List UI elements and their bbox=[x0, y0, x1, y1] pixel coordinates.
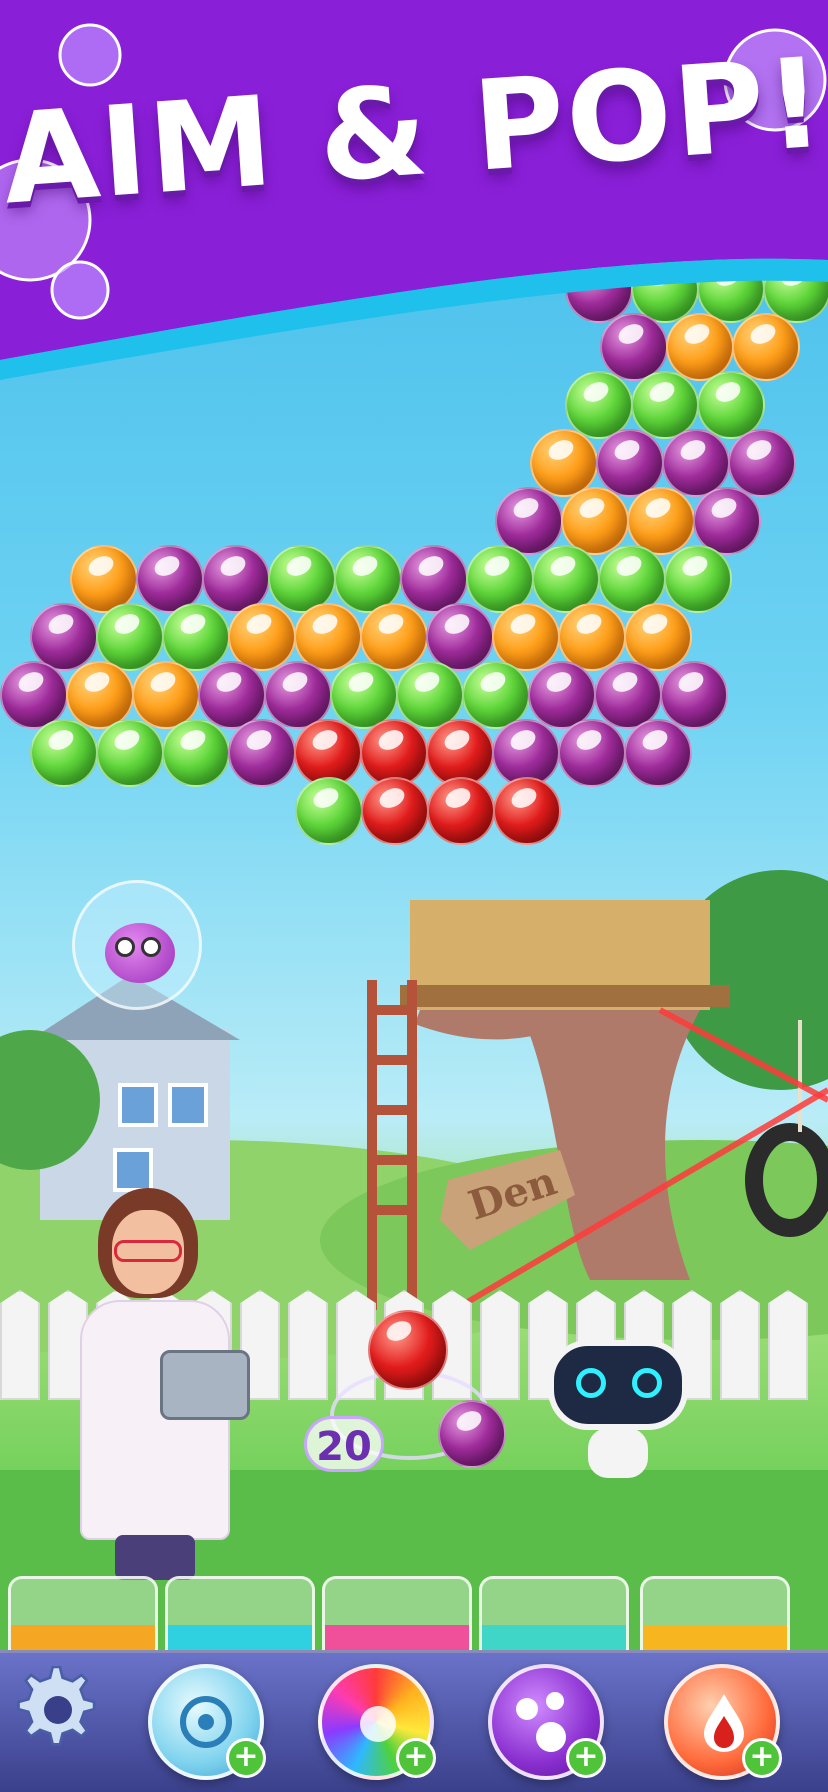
rainbow-swirl-icon bbox=[360, 1706, 396, 1742]
multi-bubble-booster[interactable]: + bbox=[488, 1664, 606, 1780]
rainbow-booster[interactable]: + bbox=[318, 1664, 436, 1780]
target-bubble-icon bbox=[180, 1696, 232, 1748]
gear-icon[interactable] bbox=[14, 1665, 102, 1754]
promo-banner: AIM & POP! bbox=[0, 0, 828, 380]
add-target-booster-button[interactable]: + bbox=[226, 1738, 266, 1778]
fire-drop-icon bbox=[704, 1694, 744, 1752]
add-multi-bubble-booster-button[interactable]: + bbox=[566, 1738, 606, 1778]
fire-booster[interactable]: + bbox=[664, 1664, 782, 1780]
target-booster[interactable]: + bbox=[148, 1664, 266, 1780]
game-stage: Den 20 + + + + AIM & POP! bbox=[0, 0, 828, 1792]
add-rainbow-booster-button[interactable]: + bbox=[396, 1738, 436, 1778]
add-fire-booster-button[interactable]: + bbox=[742, 1738, 782, 1778]
